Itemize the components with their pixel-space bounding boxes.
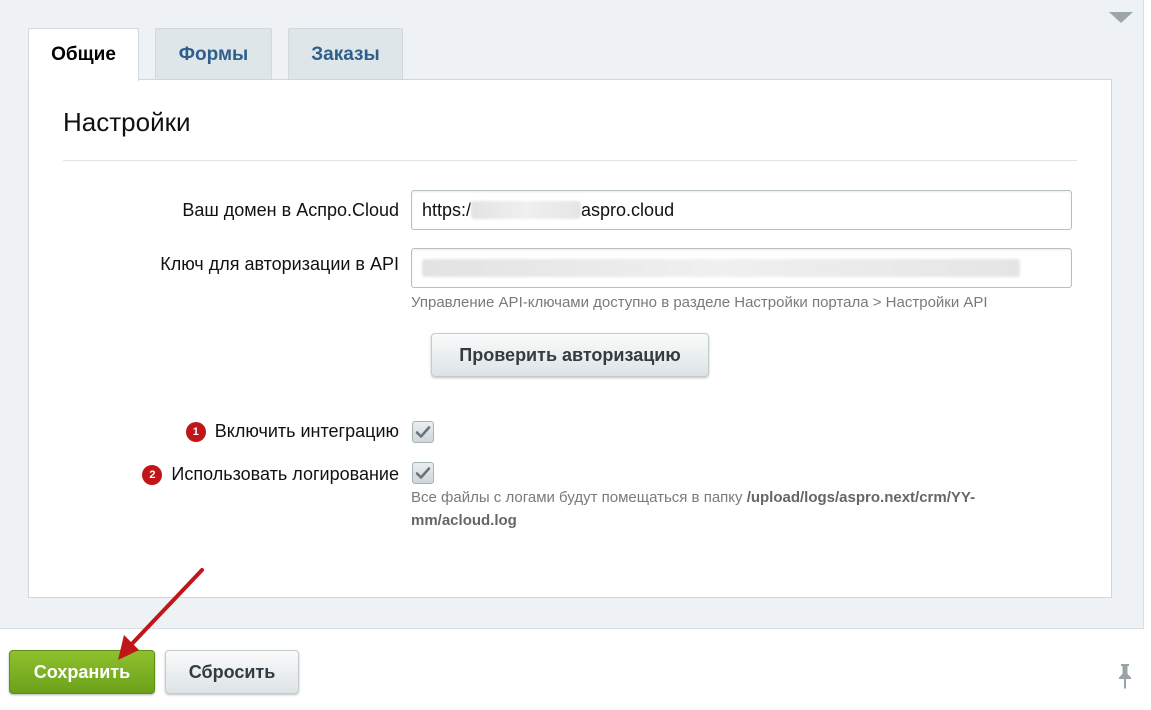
domain-input[interactable]: https:/ aspro.cloud [411,190,1072,230]
domain-value-prefix: https:/ [422,199,472,220]
api-key-label: Ключ для авторизации в API [160,254,399,274]
collapse-arrow-icon[interactable] [1109,12,1133,23]
use-logging-label: Использовать логирование [171,464,399,484]
enable-integration-checkbox[interactable] [412,421,434,443]
logging-hint: Все файлы с логами будут помещаться в па… [411,486,1051,532]
use-logging-checkbox[interactable] [412,462,434,484]
redacted-blur [471,201,582,219]
logging-hint-text: Все файлы с логами будут помещаться в па… [411,489,747,506]
panel-title: Настройки [63,107,191,137]
pin-icon[interactable] [1116,663,1134,689]
check-auth-button[interactable]: Проверить авторизацию [431,333,709,377]
badge-1: 1 [185,422,206,442]
tab-general[interactable]: Общие [28,28,139,81]
use-logging-row-label: 2 Использовать логирование [142,464,399,485]
redacted-blur [422,259,1020,277]
settings-container: Общие Формы Заказы Настройки Ваш домен в… [0,0,1144,629]
reset-button[interactable]: Сбросить [165,650,299,694]
checkmark-icon [415,467,431,479]
badge-2: 2 [142,465,163,485]
tab-forms[interactable]: Формы [155,28,272,80]
checkmark-icon [415,426,431,438]
api-key-hint: Управление API-ключами доступно в раздел… [411,294,988,311]
enable-integration-label: Включить интеграцию [214,421,399,441]
api-key-input[interactable] [411,248,1072,288]
settings-panel: Настройки Ваш домен в Аспро.Cloud https:… [28,79,1112,598]
tab-orders[interactable]: Заказы [288,28,403,80]
domain-value-suffix: aspro.cloud [581,199,675,220]
divider [63,160,1077,161]
domain-label: Ваш домен в Аспро.Cloud [182,200,399,220]
enable-integration-row-label: 1 Включить интеграцию [185,421,399,442]
save-button[interactable]: Сохранить [9,650,155,694]
